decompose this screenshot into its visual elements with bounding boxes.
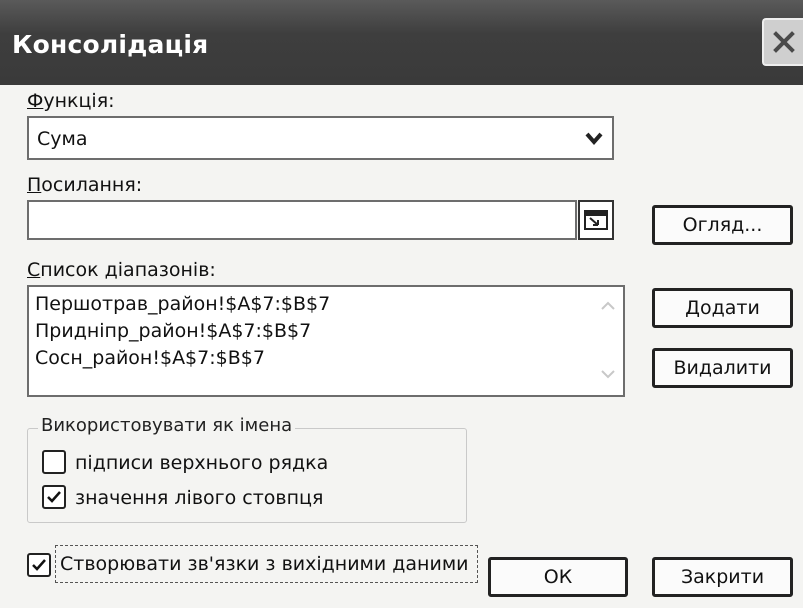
checkmark-icon — [47, 491, 61, 503]
left-column-checkbox[interactable] — [42, 485, 66, 509]
browse-label: Огляд... — [682, 214, 763, 236]
top-row-checkbox[interactable] — [42, 450, 66, 474]
function-select[interactable]: Сума — [27, 116, 614, 160]
list-item[interactable]: Придніпр_район!$A$7:$B$7 — [35, 318, 330, 345]
add-button[interactable]: Додати — [652, 288, 793, 328]
function-value: Сума — [37, 128, 88, 150]
delete-label: Видалити — [673, 357, 772, 379]
close-icon — [772, 31, 795, 53]
function-label: Функція: — [27, 90, 115, 112]
close-button[interactable] — [762, 18, 803, 66]
reference-label: Посилання: — [27, 174, 143, 196]
ranges-listbox[interactable]: Першотрав_район!$A$7:$B$7 Придніпр_район… — [27, 285, 625, 397]
top-row-label[interactable]: підписи верхнього рядка — [75, 452, 328, 474]
browse-button[interactable]: Огляд... — [652, 205, 793, 245]
consolidation-dialog: Консолідація Функція: Сума Посилання: Ог… — [0, 0, 803, 608]
use-labels-title: Використовувати як імена — [38, 415, 296, 436]
create-links-label[interactable]: Створювати зв'язки з вихідними даними — [60, 553, 469, 575]
collapse-dialog-icon — [584, 210, 608, 230]
close-dialog-button[interactable]: Закрити — [652, 557, 793, 597]
title-bar: Консолідація — [0, 0, 803, 85]
chevron-down-icon[interactable] — [582, 124, 606, 152]
reference-input[interactable] — [27, 200, 577, 240]
add-label: Додати — [685, 297, 760, 319]
delete-button[interactable]: Видалити — [652, 348, 793, 388]
ok-label: ОК — [543, 566, 573, 588]
chevron-down-icon[interactable] — [597, 363, 619, 385]
list-item[interactable]: Сосн_район!$A$7:$B$7 — [35, 345, 330, 372]
ranges-label: Список діапазонів: — [27, 259, 216, 281]
vertical-scrollbar[interactable] — [593, 287, 623, 395]
collapse-dialog-button[interactable] — [578, 200, 614, 240]
dialog-title: Консолідація — [12, 30, 209, 59]
left-column-label[interactable]: значення лівого стовпця — [75, 487, 323, 509]
checkmark-icon — [32, 559, 46, 571]
close-dialog-label: Закрити — [680, 566, 765, 588]
create-links-checkbox[interactable] — [27, 553, 51, 577]
list-item[interactable]: Першотрав_район!$A$7:$B$7 — [35, 291, 330, 318]
chevron-up-icon[interactable] — [597, 295, 619, 317]
ok-button[interactable]: ОК — [488, 557, 628, 597]
